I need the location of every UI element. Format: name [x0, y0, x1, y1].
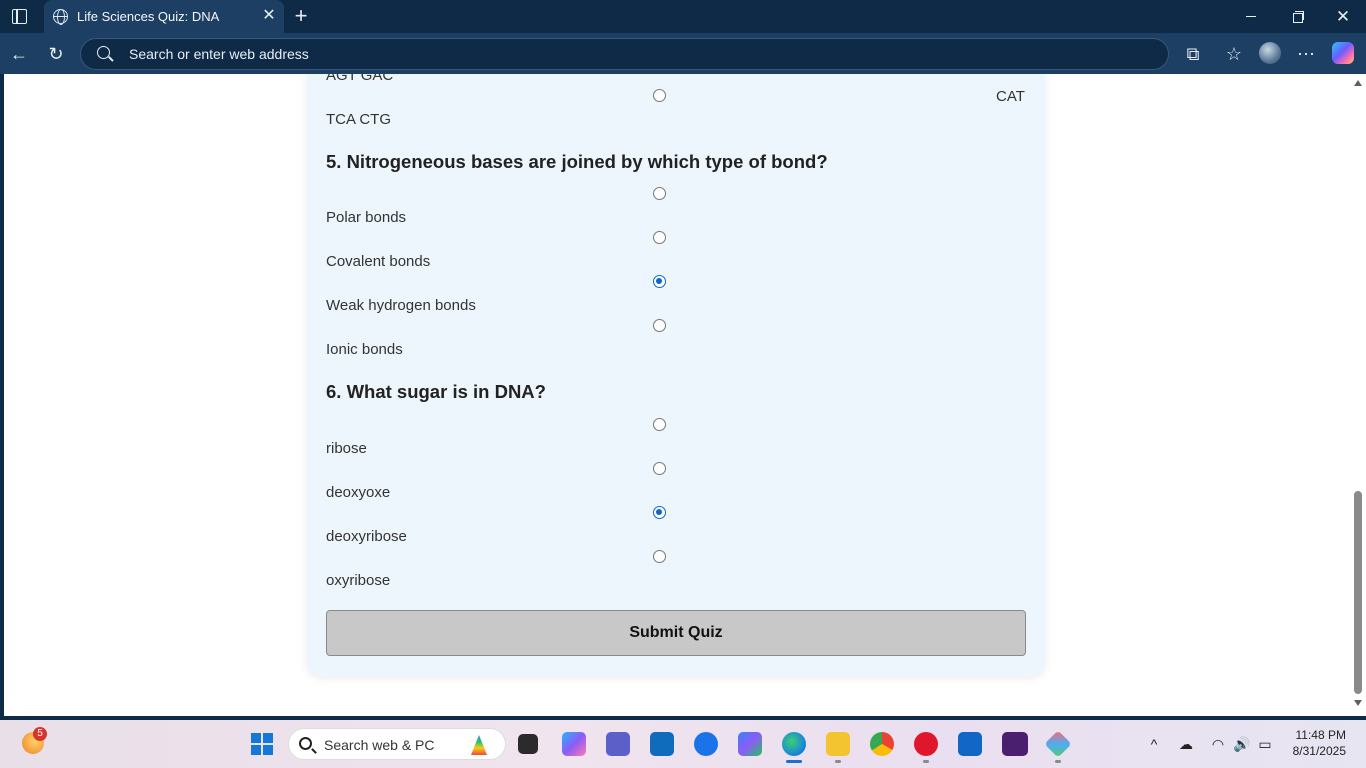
q6-radio-oxyribose[interactable]	[653, 550, 666, 563]
teams-app-icon[interactable]	[606, 732, 630, 756]
clock-date[interactable]: 8/31/2025	[1284, 744, 1346, 758]
q6-radio-deoxyribose[interactable]	[653, 506, 666, 519]
scroll-up-arrow-icon[interactable]	[1354, 80, 1362, 86]
q6-radio-deoxyoxe[interactable]	[653, 462, 666, 475]
q5-option-label: Polar bonds	[326, 209, 407, 226]
globe-icon	[53, 9, 68, 25]
chevron-up-icon[interactable]: ^	[1146, 736, 1162, 752]
volume-icon[interactable]: 🔊	[1233, 736, 1250, 752]
close-tab-icon[interactable]: ✕	[260, 7, 278, 25]
taskbar: 5 Search web & PC ^ ☁ ◠ 🔊 ▭ 11:48 PM 8/3…	[0, 720, 1366, 768]
edge-app-icon[interactable]	[782, 732, 806, 756]
favorites-icon[interactable]: ☆	[1223, 43, 1245, 65]
q4-option-label: AGT GAC	[326, 74, 394, 84]
address-bar[interactable]: Search or enter web address	[80, 38, 1169, 70]
search-highlight-icon	[471, 735, 487, 755]
browser-toolbar: ← ↻ Search or enter web address ⧉ ☆ ⋯	[0, 33, 1366, 74]
cloud-icon[interactable]: ☁	[1178, 736, 1194, 752]
scroll-down-arrow-icon[interactable]	[1354, 700, 1362, 706]
m365-app-icon[interactable]	[738, 732, 762, 756]
weather-badge: 5	[33, 727, 47, 741]
taskbar-search-label: Search web & PC	[324, 737, 435, 753]
outlook-app-icon[interactable]	[650, 732, 674, 756]
back-button[interactable]: ←	[8, 43, 30, 65]
q5-option-label: Covalent bonds	[326, 253, 431, 270]
scroll-thumb[interactable]	[1354, 491, 1362, 694]
taskbar-search[interactable]: Search web & PC	[288, 728, 506, 760]
welib-app-icon[interactable]	[1002, 732, 1028, 756]
q5-radio-covalent[interactable]	[653, 231, 666, 244]
question-5-title: 5. Nitrogeneous bases are joined by whic…	[326, 151, 828, 172]
opera-indicator	[923, 760, 929, 763]
battery-icon[interactable]: ▭	[1257, 736, 1273, 752]
new-tab-button[interactable]: +	[291, 5, 311, 27]
q6-option-label: deoxyribose	[326, 528, 407, 545]
q5-option-label: Weak hydrogen bonds	[326, 297, 476, 314]
tab-strip: Life Sciences Quiz: DNA ✕ + ✕	[0, 0, 1366, 33]
restore-button[interactable]	[1274, 0, 1320, 33]
q6-option-label: oxyribose	[326, 572, 391, 589]
refresh-button[interactable]: ↻	[45, 43, 67, 65]
tab-title: Life Sciences Quiz: DNA	[77, 9, 220, 24]
tab-actions-icon[interactable]	[12, 9, 27, 24]
chrome-app-icon[interactable]	[870, 732, 894, 756]
q4-option-label-right: CAT	[996, 88, 1025, 105]
edge-active-indicator	[786, 760, 802, 763]
file-explorer-app-icon[interactable]	[826, 732, 850, 756]
copilot-icon[interactable]	[1332, 42, 1354, 64]
copilot-app-icon[interactable]	[562, 732, 586, 756]
submit-quiz-button[interactable]: Submit Quiz	[326, 610, 1026, 656]
q4-radio[interactable]	[653, 89, 666, 102]
extensions-icon[interactable]: ⧉	[1182, 43, 1204, 65]
profile-avatar[interactable]	[1259, 42, 1281, 64]
start-windows-icon[interactable]	[251, 733, 273, 755]
app-b-icon[interactable]	[1044, 730, 1072, 758]
q5-radio-ionic[interactable]	[653, 319, 666, 332]
q6-option-label: deoxyoxe	[326, 484, 391, 501]
address-placeholder: Search or enter web address	[129, 46, 309, 62]
app-b-indicator	[1055, 760, 1061, 763]
search-icon	[299, 737, 312, 750]
q5-option-label: Ionic bonds	[326, 341, 403, 358]
close-window-button[interactable]: ✕	[1320, 0, 1366, 33]
explorer-indicator	[835, 760, 841, 763]
vertical-scrollbar[interactable]	[1350, 74, 1366, 716]
bluetooth-app-icon[interactable]	[694, 732, 718, 756]
file-manager-app-icon[interactable]	[518, 734, 538, 754]
minimize-button[interactable]	[1228, 0, 1274, 33]
search-icon	[97, 46, 110, 59]
app-a-icon[interactable]	[958, 732, 982, 756]
q4-option-label: TCA CTG	[326, 111, 392, 128]
q5-radio-hydrogen[interactable]	[653, 275, 666, 288]
q5-radio-polar[interactable]	[653, 187, 666, 200]
wifi-icon[interactable]: ◠	[1210, 736, 1226, 752]
q6-radio-ribose[interactable]	[653, 418, 666, 431]
tab-active[interactable]: Life Sciences Quiz: DNA ✕	[44, 0, 284, 33]
page-viewport: AGT GAC CAT TCA CTG 5. Nitrogeneous base…	[4, 74, 1366, 716]
more-menu-icon[interactable]: ⋯	[1295, 43, 1317, 65]
q6-option-label: ribose	[326, 440, 367, 457]
question-6-title: 6. What sugar is in DNA?	[326, 381, 546, 402]
opera-app-icon[interactable]	[914, 732, 938, 756]
clock-time[interactable]: 11:48 PM	[1284, 728, 1346, 742]
